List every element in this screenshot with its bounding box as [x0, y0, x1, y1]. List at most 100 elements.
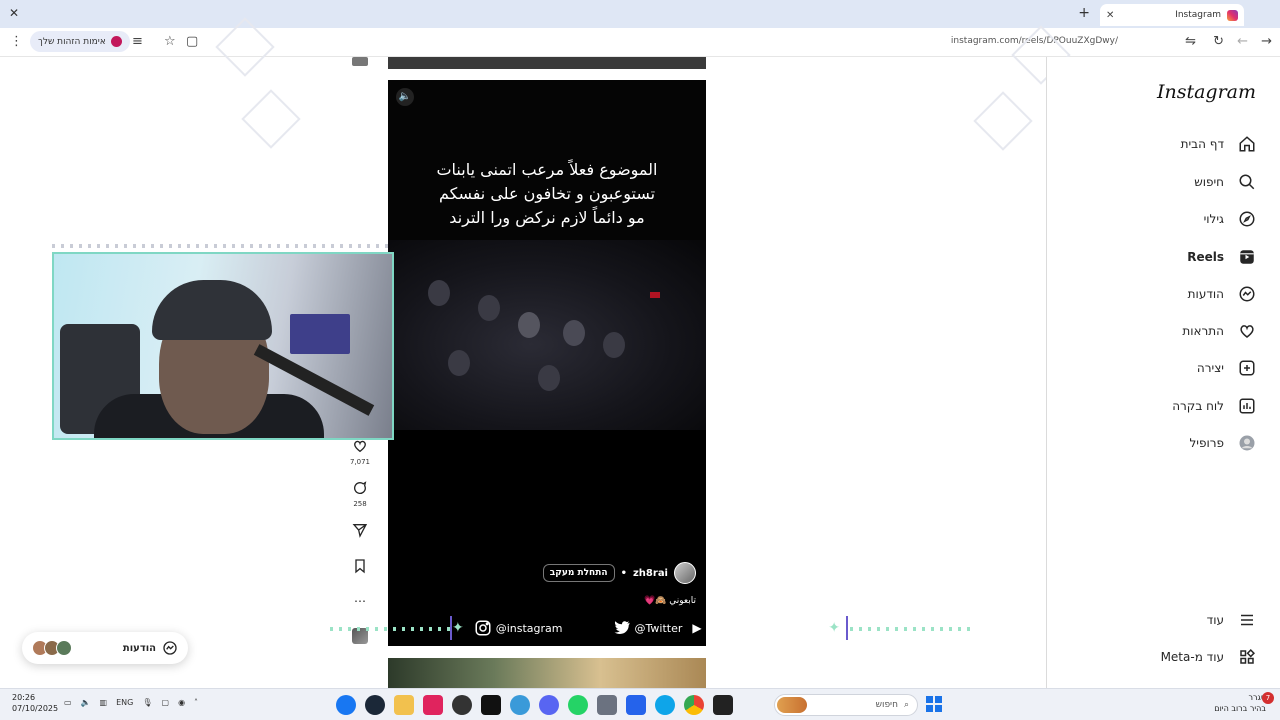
browser-tabstrip: ✕ + Instagram ✕ [0, 0, 1280, 28]
address-bar[interactable]: instagram.com/reels/DPOuuZXgDwy/ [212, 31, 1224, 54]
reel-description[interactable]: تابعوني 🙈💗 [644, 596, 696, 606]
chevron-up-icon[interactable]: ˄ [194, 698, 198, 707]
compass-icon [1238, 210, 1256, 228]
store-icon[interactable] [626, 695, 646, 715]
chrome-icon[interactable] [684, 695, 704, 715]
sidebar-item-home[interactable]: דף הבית [1181, 132, 1256, 156]
author-name[interactable]: zh8rai [633, 568, 668, 579]
sidebar-item-profile[interactable]: פרופיל [1189, 431, 1256, 455]
sidebar-item-messages[interactable]: הודעות [1188, 282, 1256, 306]
plus-icon [1238, 359, 1256, 377]
heart-icon [354, 440, 366, 453]
instagram-handle-text: @instagram [495, 621, 563, 635]
comment-button[interactable]: 258 [346, 480, 374, 508]
forward-icon[interactable]: ← [1237, 33, 1248, 51]
browser-tab-instagram[interactable]: Instagram ✕ [1100, 4, 1244, 26]
author-avatar[interactable] [674, 562, 696, 584]
comment-count: 258 [353, 500, 367, 508]
sidebar-item-label: עוד מ-Meta [1160, 650, 1224, 664]
sparkle-icon: ✦ [828, 620, 840, 636]
search-icon [1238, 173, 1256, 191]
terminal-icon[interactable] [713, 695, 733, 715]
profile-chip-label: אימות הזהות שלך [38, 36, 106, 47]
sparkle-icon: ✦ [452, 620, 464, 636]
weather-widget[interactable]: סגרר בהיר ברוב היום [1214, 692, 1266, 714]
reel-overlay-caption: الموضوع فعلاً مرعب اتمنى يابنات تستوعبون… [388, 158, 706, 230]
save-button[interactable] [346, 558, 374, 577]
volume-icon[interactable]: 🔈 [396, 88, 414, 106]
sidebar-item-search[interactable]: חיפוש [1194, 170, 1256, 194]
obs-icon[interactable] [452, 695, 472, 715]
instagram-handle: @instagram [474, 619, 563, 637]
monitor-shape [290, 314, 350, 354]
more-options-icon[interactable]: ⋯ [346, 594, 374, 608]
sidebar-item-create[interactable]: יצירה [1197, 356, 1256, 380]
caption-line: مو دائماً لازم نركض ورا الترند [449, 208, 645, 227]
caption-line: الموضوع فعلاً مرعب اتمنى يابنات [436, 160, 658, 179]
edge-icon[interactable] [655, 695, 675, 715]
battery-icon[interactable]: ▭ [64, 698, 72, 707]
calculator-icon[interactable] [597, 695, 617, 715]
sidebar-item-label: לוח בקרה [1172, 399, 1224, 413]
decor-diamond [241, 89, 301, 149]
close-icon[interactable]: ✕ [9, 6, 19, 20]
menu-icon[interactable]: ⋮ [10, 33, 23, 51]
display-icon[interactable]: ▢ [162, 698, 170, 707]
sidebar-item-label: הודעות [1187, 287, 1224, 301]
bookmark-star-icon[interactable]: ☆ [164, 33, 176, 51]
sidebar-item-explore[interactable]: גילוי [1204, 207, 1256, 231]
previous-reel-icon[interactable] [352, 57, 368, 66]
taskbar-search[interactable]: ⌕ חיפוש [774, 694, 918, 716]
steam-icon[interactable] [365, 695, 385, 715]
tiktok-icon[interactable] [481, 695, 501, 715]
exit-sign [650, 292, 660, 298]
youtube-icon: ▶ [692, 621, 702, 635]
like-button[interactable]: 7,071 [346, 438, 374, 466]
back-icon[interactable]: → [1261, 33, 1272, 51]
search-placeholder: חיפוש [875, 700, 898, 710]
volume-icon[interactable]: 🔈 [81, 698, 91, 707]
browser-icon[interactable] [510, 695, 530, 715]
profile-verification-chip[interactable]: אימות הזהות שלך [30, 31, 130, 52]
network-icon[interactable]: ▥ [100, 698, 108, 707]
app-tray-icon[interactable]: ◉ [178, 698, 185, 707]
new-tab-button[interactable]: + [1078, 5, 1090, 21]
sidebar-item-dashboard[interactable]: לוח בקרה [1172, 394, 1256, 418]
profile-icon [110, 36, 122, 47]
reload-icon[interactable]: ↻ [1213, 33, 1224, 51]
facebook-icon[interactable] [336, 695, 356, 715]
audience-silhouette [518, 312, 540, 338]
extensions-icon[interactable]: ▢ [186, 33, 198, 51]
next-reel-thumbnail[interactable] [388, 658, 706, 688]
messenger-icon [1238, 285, 1256, 303]
messenger-icon [162, 640, 178, 656]
discord-icon[interactable] [539, 695, 559, 715]
tiktok-studio-icon[interactable] [423, 695, 443, 715]
decor-diamond [973, 91, 1033, 151]
tab-close-icon[interactable]: ✕ [1106, 10, 1114, 21]
sidebar-item-label: פרופיל [1189, 436, 1224, 450]
follow-button[interactable]: התחלת מעקב [542, 564, 615, 582]
audience-silhouette [603, 332, 625, 358]
audience-silhouette [563, 320, 585, 346]
search-icon: ⌕ [903, 700, 909, 710]
mic-icon[interactable]: 🎙 [142, 698, 152, 707]
share-button[interactable] [346, 522, 374, 541]
clock[interactable]: 20:26 07/10/2025 [12, 692, 58, 714]
reel-video[interactable]: 🔈 الموضوع فعلاً مرعب اتمنى يابنات تستوعب… [388, 80, 706, 646]
send-icon [352, 524, 368, 538]
webcam-overlay [52, 252, 394, 440]
sidebar-item-more[interactable]: עוד [1207, 608, 1256, 632]
folder-icon[interactable] [394, 695, 414, 715]
reading-list-icon[interactable]: ≡ [132, 33, 143, 51]
previous-reel-thumbnail[interactable] [388, 57, 706, 69]
messages-floating-button[interactable]: הודעות [22, 632, 188, 664]
sidebar-item-reels[interactable]: Reels [1187, 245, 1256, 269]
instagram-logo[interactable]: Instagram [1157, 81, 1256, 103]
tune-icon[interactable]: ⇋ [1185, 33, 1196, 51]
language-indicator[interactable]: ENG [116, 698, 133, 707]
sidebar-item-meta[interactable]: עוד מ-Meta [1161, 645, 1256, 669]
whatsapp-icon[interactable] [568, 695, 588, 715]
sidebar-item-notifications[interactable]: התראות [1182, 319, 1256, 343]
windows-start-icon[interactable] [926, 696, 942, 712]
